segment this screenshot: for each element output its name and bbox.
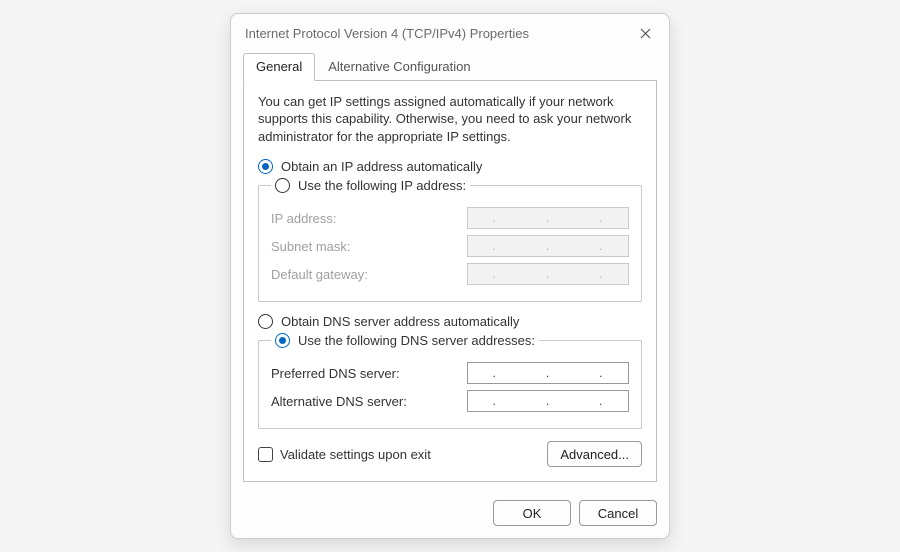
close-button[interactable]: [633, 22, 657, 46]
subnet-mask-row: Subnet mask: ...: [271, 235, 629, 257]
alternative-dns-row: Alternative DNS server: ...: [271, 390, 629, 412]
checkbox-icon: [258, 447, 273, 462]
radio-dns-auto-label: Obtain DNS server address automatically: [281, 314, 519, 329]
ipv4-properties-dialog: Internet Protocol Version 4 (TCP/IPv4) P…: [230, 13, 670, 540]
ok-button[interactable]: OK: [493, 500, 571, 526]
subnet-mask-label: Subnet mask:: [271, 239, 351, 254]
dns-manual-group: Use the following DNS server addresses: …: [258, 333, 642, 429]
tab-general[interactable]: General: [243, 53, 315, 81]
radio-ip-manual-label: Use the following IP address:: [298, 178, 466, 193]
subnet-mask-input: ...: [467, 235, 629, 257]
general-panel: You can get IP settings assigned automat…: [243, 80, 657, 483]
ip-address-row: IP address: ...: [271, 207, 629, 229]
ip-manual-group: Use the following IP address: IP address…: [258, 178, 642, 302]
panel-bottom-row: Validate settings upon exit Advanced...: [258, 441, 642, 467]
window-title: Internet Protocol Version 4 (TCP/IPv4) P…: [245, 26, 529, 41]
radio-icon: [258, 159, 273, 174]
tab-alternative-configuration[interactable]: Alternative Configuration: [315, 53, 483, 81]
alternative-dns-label: Alternative DNS server:: [271, 394, 407, 409]
close-icon: [640, 28, 651, 39]
default-gateway-label: Default gateway:: [271, 267, 368, 282]
validate-settings-checkbox[interactable]: Validate settings upon exit: [258, 447, 431, 462]
advanced-button[interactable]: Advanced...: [547, 441, 642, 467]
radio-icon: [275, 333, 290, 348]
radio-icon: [275, 178, 290, 193]
default-gateway-row: Default gateway: ...: [271, 263, 629, 285]
ip-address-input: ...: [467, 207, 629, 229]
alternative-dns-input[interactable]: ...: [467, 390, 629, 412]
radio-icon: [258, 314, 273, 329]
radio-ip-manual[interactable]: Use the following IP address:: [275, 178, 466, 193]
tab-strip: General Alternative Configuration: [231, 52, 669, 80]
default-gateway-input: ...: [467, 263, 629, 285]
cancel-button[interactable]: Cancel: [579, 500, 657, 526]
preferred-dns-label: Preferred DNS server:: [271, 366, 400, 381]
radio-dns-manual[interactable]: Use the following DNS server addresses:: [275, 333, 535, 348]
radio-dns-manual-label: Use the following DNS server addresses:: [298, 333, 535, 348]
radio-ip-auto-label: Obtain an IP address automatically: [281, 159, 482, 174]
dialog-footer: OK Cancel: [231, 492, 669, 538]
ip-address-label: IP address:: [271, 211, 337, 226]
validate-settings-label: Validate settings upon exit: [280, 447, 431, 462]
preferred-dns-input[interactable]: ...: [467, 362, 629, 384]
radio-ip-auto[interactable]: Obtain an IP address automatically: [258, 159, 642, 174]
description-text: You can get IP settings assigned automat…: [258, 93, 642, 146]
titlebar: Internet Protocol Version 4 (TCP/IPv4) P…: [231, 14, 669, 52]
radio-dns-auto[interactable]: Obtain DNS server address automatically: [258, 314, 642, 329]
preferred-dns-row: Preferred DNS server: ...: [271, 362, 629, 384]
